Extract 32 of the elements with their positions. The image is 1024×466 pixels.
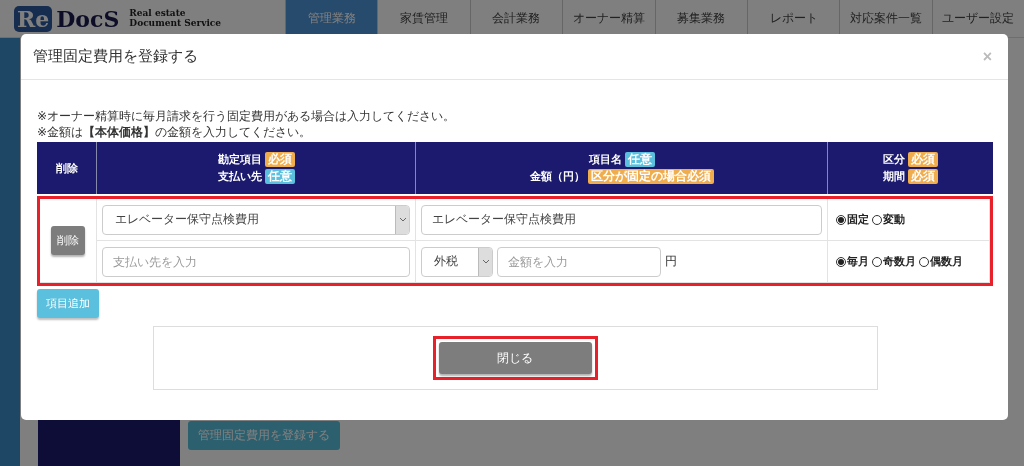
close-dialog-button[interactable]: 閉じる	[438, 342, 592, 374]
column-heading: 支払い先	[217, 169, 262, 184]
caret-icon	[395, 205, 409, 234]
field-badge: 任意	[264, 169, 295, 184]
period-radio[interactable]: 奇数月	[872, 254, 916, 269]
period-radio[interactable]: 偶数月	[919, 254, 963, 269]
amount-field[interactable]: 金額を入力	[497, 246, 661, 277]
category-radio[interactable]: 変動	[872, 212, 905, 227]
column-heading: 削除	[55, 160, 78, 176]
account-select[interactable]: エレベーター保守点検費用	[102, 204, 410, 235]
delete-button[interactable]: 削除	[51, 226, 85, 255]
column-heading: 期間	[883, 169, 905, 184]
tax-select[interactable]: 外税	[421, 246, 493, 277]
column-heading: 区分	[883, 152, 905, 167]
period-radio[interactable]: 毎月	[836, 254, 869, 269]
column-heading: 金額（円）	[529, 169, 585, 184]
field-badge: 必須	[908, 169, 938, 184]
item-name-field[interactable]: エレベーター保守点検費用	[421, 204, 822, 235]
note-text: ※オーナー精算時に毎月請求を行う固定費用がある場合は入力してください。	[37, 108, 457, 124]
field-badge: 必須	[908, 152, 938, 167]
modal-title: 管理固定費用を登録する	[33, 47, 198, 66]
add-item-button[interactable]: 項目追加	[37, 289, 99, 318]
unit-label: 円	[665, 253, 677, 270]
category-radio[interactable]: 固定	[836, 212, 869, 227]
payee-field[interactable]: 支払い先を入力	[102, 246, 410, 277]
field-badge: 任意	[624, 152, 655, 167]
column-heading: 勘定項目	[217, 152, 262, 167]
column-heading: 項目名	[588, 152, 622, 167]
note-text: ※金額は【本体価格】の金額を入力してください。	[37, 124, 313, 140]
field-badge: 必須	[264, 152, 295, 167]
field-badge: 区分が固定の場合必須	[587, 169, 714, 184]
caret-icon	[478, 247, 492, 276]
